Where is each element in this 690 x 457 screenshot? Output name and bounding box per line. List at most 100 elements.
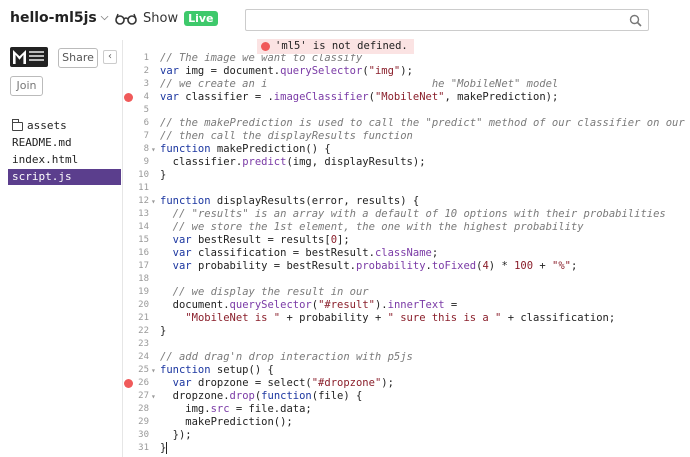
code-line[interactable]: 2 var img = document.querySelector("img")… [123,65,690,78]
line-number: 15 [138,235,149,245]
line-number: 6 [143,118,149,128]
code-line[interactable]: 13 // "results" is an array with a defau… [123,208,690,221]
project-name: hello-ml5js [10,10,97,26]
code-line[interactable]: 16 var classification = bestResult.class… [123,247,690,260]
fold-arrow-icon[interactable]: ▾ [151,195,159,208]
code-line[interactable]: 24 // add drag'n drop interaction with p5… [123,351,690,364]
code-text: "MobileNet is " + probability + " sure t… [185,312,616,324]
line-number: 3 [143,79,149,89]
live-badge: Live [184,11,218,26]
file-label: script.js [12,170,72,183]
join-button[interactable]: Join [10,76,43,96]
code-text: } [160,325,167,337]
code-line[interactable]: 25 ▾ function setup() { [123,364,690,377]
code-line[interactable]: 19 // we display the result in our [123,286,690,299]
code-line[interactable]: 9 classifier.predict(img, displayResults… [123,156,690,169]
line-number: 9 [143,157,149,167]
code-text: // we create an i he "MobileNet" model [160,78,559,90]
top-bar: hello-ml5js ⌵ Show Live [0,0,690,40]
code-line[interactable]: 7 // then call the displayResults functio… [123,130,690,143]
error-marker-icon[interactable] [124,379,133,388]
line-number: 29 [138,417,149,427]
code-text: // then call the displayResults function [160,130,413,142]
line-number: 27 [138,391,149,401]
file-item-assets[interactable]: assets [8,118,121,134]
code-text: img.src = file.data; [160,403,312,415]
code-line[interactable]: 15 var bestResult = results[0]; [123,234,690,247]
code-text: } [160,169,167,181]
file-item-readme[interactable]: README.md [8,135,121,151]
line-number: 31 [138,443,149,453]
code-text: makePrediction(); [160,416,293,428]
code-line[interactable]: 3 // we create an i he "MobileNet" model [123,78,690,91]
line-number: 30 [138,430,149,440]
error-message: 'ml5' is not defined. [275,40,408,52]
code-text: dropzone.drop(function(file) { [160,390,363,402]
search-icon [629,14,642,27]
code-line[interactable]: 18 [123,273,690,286]
fold-arrow-icon[interactable]: ▾ [151,143,159,156]
code-text: var img = document.querySelector("img"); [160,65,413,77]
line-number: 10 [138,170,149,180]
code-text: }); [160,429,192,441]
code-line[interactable]: 28 img.src = file.data; [123,403,690,416]
code-line[interactable]: 31} [123,442,690,455]
line-number: 24 [138,352,149,362]
show-button[interactable]: Show Live [115,11,218,26]
search-input[interactable] [245,9,649,31]
file-label: assets [27,119,67,132]
line-number: 18 [138,274,149,284]
code-text: var classification = bestResult.classNam… [172,247,439,259]
code-line[interactable]: 27 ▾ dropzone.drop(function(file) { [123,390,690,403]
code-line[interactable]: 6 // the makePrediction is used to call t… [123,117,690,130]
file-item-script-js[interactable]: script.js [8,169,121,185]
code-line[interactable]: 29 makePrediction(); [123,416,690,429]
line-number: 25 [138,365,149,375]
folder-icon [11,118,23,131]
line-number: 23 [138,339,149,349]
code-line[interactable]: 11 [123,182,690,195]
code-text: // "results" is an array with a default … [172,208,666,220]
file-label: README.md [12,136,72,149]
code-line[interactable]: 5 [123,104,690,117]
error-icon [261,42,270,51]
code-line[interactable]: 22} [123,325,690,338]
code-line[interactable]: 8 ▾ function makePrediction() { [123,143,690,156]
code-line[interactable]: 26 var dropzone = select("#dropzone"); [123,377,690,390]
code-editor[interactable]: 1// The image we want to classify 2 var im… [123,40,690,457]
code-text: // we store the 1st element, the one wit… [172,221,584,233]
project-name-menu[interactable]: hello-ml5js ⌵ [10,10,111,26]
glasses-icon [115,13,137,25]
lint-error-tooltip: 'ml5' is not defined. [257,39,414,54]
code-line[interactable]: 4 var classifier = .imageClassifier("Mobi… [123,91,690,104]
code-line[interactable]: 20 document.querySelector("#result").inn… [123,299,690,312]
line-number: 22 [138,326,149,336]
file-item-index-html[interactable]: index.html [8,152,121,168]
code-line[interactable]: 14 // we store the 1st element, the one … [123,221,690,234]
line-number: 2 [143,66,149,76]
line-number: 17 [138,261,149,271]
code-text: var probability = bestResult.probability… [172,260,578,272]
error-marker-icon[interactable] [124,93,133,102]
code-text: function setup() { [160,364,274,376]
code-text: var classifier = .imageClassifier("Mobil… [160,91,559,103]
line-number: 28 [138,404,149,414]
code-text: var dropzone = select("#dropzone"); [172,377,394,389]
line-number: 20 [138,300,149,310]
collapse-sidebar-button[interactable]: ‹ [103,50,117,64]
code-line[interactable]: 21 "MobileNet is " + probability + " sur… [123,312,690,325]
fold-arrow-icon[interactable]: ▾ [151,364,159,377]
glitch-logo[interactable] [10,47,48,67]
code-line[interactable]: 30 }); [123,429,690,442]
line-number: 21 [138,313,149,323]
code-line[interactable]: 23 [123,338,690,351]
fold-arrow-icon[interactable]: ▾ [151,390,159,403]
chevron-down-icon: ⌵ [100,12,109,23]
code-line[interactable]: 12 ▾ function displayResults(error, result… [123,195,690,208]
code-text: function makePrediction() { [160,143,331,155]
code-text: classifier.predict(img, displayResults); [160,156,426,168]
code-line[interactable]: 17 var probability = bestResult.probabil… [123,260,690,273]
code-line[interactable]: 10} [123,169,690,182]
line-number: 5 [143,105,149,115]
share-button[interactable]: Share [58,48,98,68]
